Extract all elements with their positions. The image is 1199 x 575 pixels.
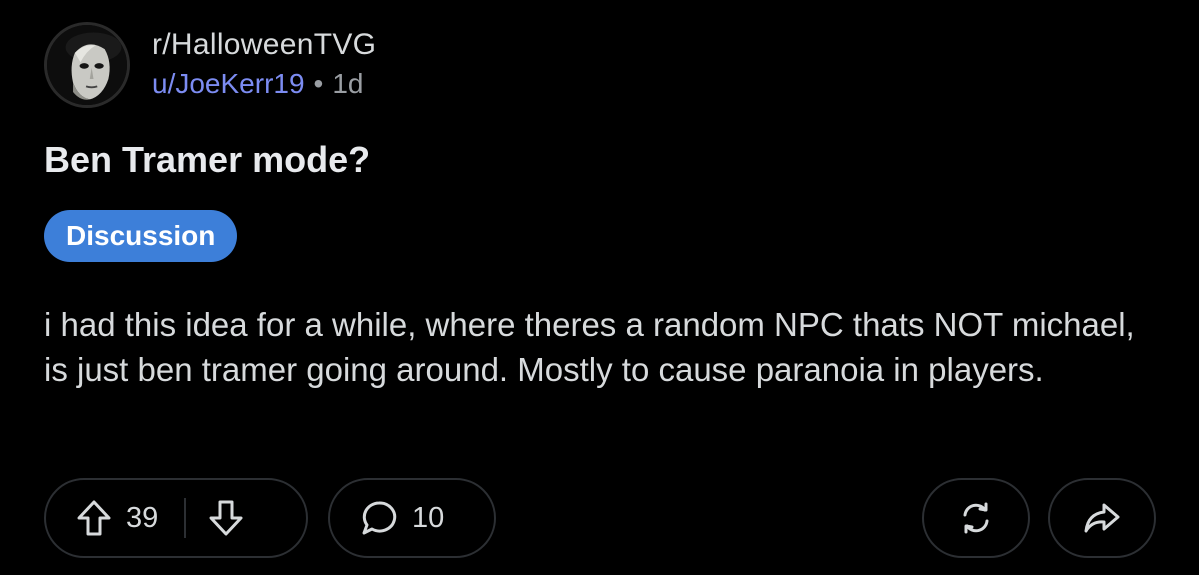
cycle-arrows-icon [963, 502, 989, 534]
comment-count: 10 [412, 501, 445, 534]
mask-avatar-image [47, 25, 127, 105]
vote-pill: 39 [44, 478, 308, 558]
subreddit-link[interactable]: r/HalloweenTVG [152, 26, 376, 64]
vote-count: 39 [126, 501, 159, 534]
post-age: 1d [332, 68, 364, 99]
share-arrow-icon [1084, 503, 1120, 533]
avatar[interactable] [44, 22, 130, 108]
post-title[interactable]: Ben Tramer mode? [44, 138, 370, 182]
author-link[interactable]: u/JoeKerr19 [152, 68, 305, 99]
arrow-up-icon [77, 500, 111, 536]
comments-button[interactable]: 10 [328, 478, 496, 558]
downvote-button[interactable] [208, 499, 244, 537]
post-body: i had this idea for a while, where there… [44, 306, 1135, 388]
crosspost-button[interactable] [922, 478, 1030, 558]
post-card: r/HalloweenTVG u/JoeKerr19 • 1d Ben Tramer… [0, 0, 1199, 575]
meta-separator: • [313, 68, 324, 99]
post-meta: r/HalloweenTVG u/JoeKerr19 • 1d [152, 26, 376, 102]
upvote-button[interactable] [76, 499, 112, 537]
post-actions-bar: 39 10 [44, 478, 1156, 558]
share-button[interactable] [1048, 478, 1156, 558]
comment-icon-wrap [360, 499, 398, 537]
arrow-down-icon [209, 500, 243, 536]
byline: u/JoeKerr19 • 1d [152, 66, 376, 102]
speech-bubble-icon [362, 501, 397, 535]
vote-divider [184, 498, 187, 538]
flair-badge[interactable]: Discussion [44, 210, 238, 262]
